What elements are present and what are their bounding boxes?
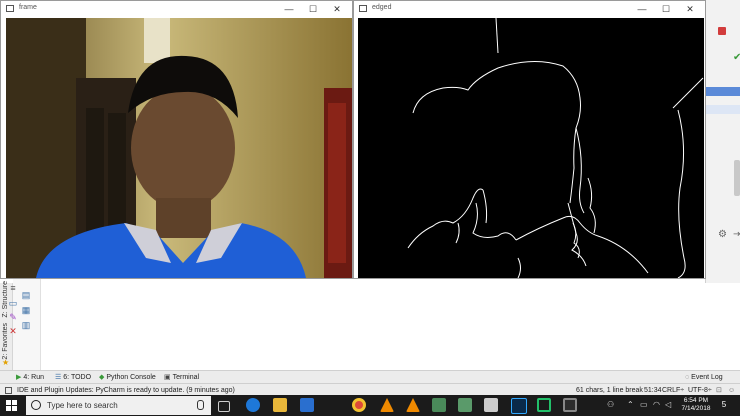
app-icon[interactable] xyxy=(563,398,577,412)
window-icon xyxy=(359,5,367,12)
photos-icon[interactable] xyxy=(484,398,498,412)
volume-icon[interactable]: ◁ xyxy=(665,400,671,409)
pycharm-icon[interactable] xyxy=(537,398,551,412)
window-title: edged xyxy=(372,4,392,11)
photoshop-icon[interactable] xyxy=(511,398,527,414)
tab-todo[interactable]: ☰ 6: TODO xyxy=(55,372,91,383)
frame-titlebar[interactable]: frame — ☐ ✕ xyxy=(1,1,352,17)
minimize-button[interactable]: — xyxy=(278,2,300,16)
scroll-end-icon[interactable]: ▭ xyxy=(7,298,19,308)
gear-icon[interactable]: ⚙ xyxy=(718,229,727,240)
stop-icon[interactable] xyxy=(718,27,726,35)
clock-time: 6:54 PM xyxy=(683,397,709,404)
event-log-icon: ◌ xyxy=(685,374,690,381)
ide-right-panel: ✔ ⚙ ⇥ xyxy=(705,0,740,283)
vlc-icon[interactable] xyxy=(380,398,394,412)
clock-date: 7/14/2018 xyxy=(681,405,711,412)
windows-start-button[interactable] xyxy=(6,400,17,411)
terminal-icon: ▣ xyxy=(164,374,171,381)
notification-count: 5 xyxy=(721,400,727,409)
windows-taskbar: Type here to search ⚇ ⌃ ▭ ◠ ◁ 6:54 PM 7/… xyxy=(0,395,740,416)
task-view-icon[interactable] xyxy=(218,401,230,412)
taskbar-clock[interactable]: 6:54 PM 7/14/2018 xyxy=(678,397,714,413)
app-icon[interactable] xyxy=(458,398,472,412)
layout-icon[interactable]: ▤ xyxy=(20,290,32,300)
soft-wrap-icon[interactable]: ≡ xyxy=(7,283,19,293)
store-icon[interactable] xyxy=(300,398,314,412)
python-console-icon: ◆ xyxy=(99,374,105,381)
window-icon xyxy=(6,5,14,12)
edge-detection-image xyxy=(358,18,704,278)
notification-center-button[interactable]: 5 xyxy=(718,398,730,412)
file-explorer-icon[interactable] xyxy=(273,398,287,412)
edge-icon[interactable] xyxy=(246,398,260,412)
webcam-frame-image xyxy=(6,18,352,278)
app-icon[interactable] xyxy=(432,398,446,412)
tab-terminal[interactable]: ▣ Terminal xyxy=(164,372,199,383)
highlighted-line xyxy=(706,105,740,114)
scrollbar[interactable] xyxy=(734,160,740,196)
edged-titlebar[interactable]: edged — ☐ ✕ xyxy=(354,1,705,17)
check-icon: ✔ xyxy=(733,52,740,63)
close-button[interactable]: ✕ xyxy=(326,2,348,16)
search-placeholder: Type here to search xyxy=(47,401,118,410)
vlc-icon[interactable] xyxy=(406,398,420,412)
close-button[interactable]: ✕ xyxy=(679,2,701,16)
trash-icon[interactable]: ▥ xyxy=(20,320,32,330)
maximize-button[interactable]: ☐ xyxy=(655,2,677,16)
window-title: frame xyxy=(19,4,37,11)
todo-icon: ☰ xyxy=(55,374,62,381)
edged-window[interactable]: edged — ☐ ✕ xyxy=(353,0,706,279)
search-icon xyxy=(31,400,41,410)
tab-python-console[interactable]: ◆ Python Console xyxy=(99,372,156,383)
maximize-button[interactable]: ☐ xyxy=(302,2,324,16)
star-icon: ★ xyxy=(2,358,10,367)
print-icon[interactable]: ▦ xyxy=(20,305,32,315)
minimize-button[interactable]: — xyxy=(631,2,653,16)
wifi-icon[interactable]: ◠ xyxy=(653,400,660,409)
close-run-icon[interactable]: ✕ xyxy=(7,326,19,336)
status-toggle-icon[interactable] xyxy=(5,387,12,394)
network-icon[interactable]: ▭ xyxy=(640,400,648,409)
chrome-icon[interactable] xyxy=(352,398,366,412)
selected-line xyxy=(706,87,740,96)
people-icon[interactable]: ⚇ xyxy=(607,400,614,409)
run-side-toolbar: ▤ ▦ ▥ ≡ ▭ ✎ ✕ xyxy=(9,276,41,371)
tool-window-bar: ▶ 4: Run ☰ 6: TODO ◆ Python Console ▣ Termin… xyxy=(0,370,740,384)
tab-run[interactable]: ▶ 4: Run xyxy=(16,372,44,383)
chevron-up-icon[interactable]: ⌃ xyxy=(627,400,634,409)
event-log-tab[interactable]: ◌ Event Log xyxy=(685,372,723,383)
pin-icon[interactable]: ✎ xyxy=(7,312,19,322)
hide-panel-icon[interactable]: ⇥ xyxy=(733,229,740,240)
taskbar-search-box[interactable]: Type here to search xyxy=(26,396,211,415)
frame-window[interactable]: frame — ☐ ✕ xyxy=(0,0,353,279)
run-icon: ▶ xyxy=(16,374,22,381)
microphone-icon[interactable] xyxy=(197,400,204,410)
